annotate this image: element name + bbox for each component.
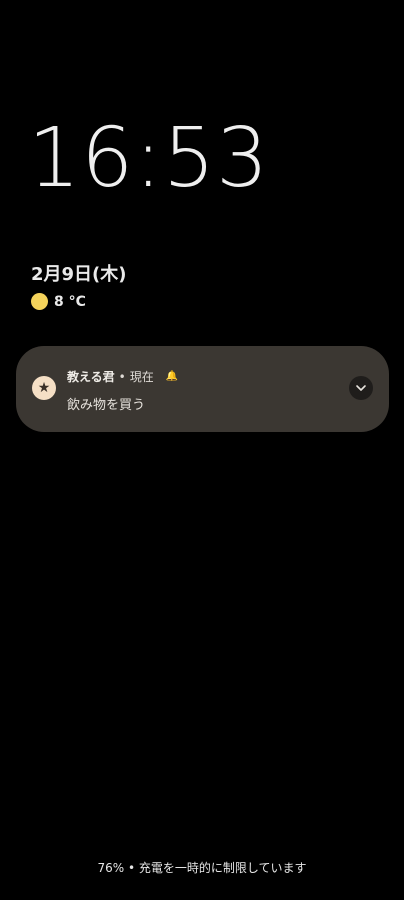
lockscreen-date: 2月9日(木) (31, 264, 127, 285)
charging-status: 76% • 充電を一時的に制限しています (97, 861, 307, 875)
weather-widget[interactable]: 8 °C (31, 293, 86, 310)
expand-button[interactable] (349, 376, 373, 400)
notification-header: 教える君 • 現在 🔔 (67, 368, 178, 385)
notification-time: 現在 (129, 370, 154, 384)
star-icon: ★ (32, 376, 56, 400)
clock-time: 16:53 (28, 111, 270, 206)
chevron-down-icon (356, 385, 366, 391)
notification-app-name: 教える君 (67, 370, 115, 384)
sun-icon (31, 293, 48, 310)
header-separator: • (118, 369, 126, 384)
bell-icon: 🔔 (165, 371, 179, 382)
temperature: 8 °C (54, 293, 86, 310)
notification-message: 飲み物を買う (67, 398, 146, 413)
notification-card[interactable]: ★ 教える君 • 現在 🔔 飲み物を買う (16, 346, 389, 432)
